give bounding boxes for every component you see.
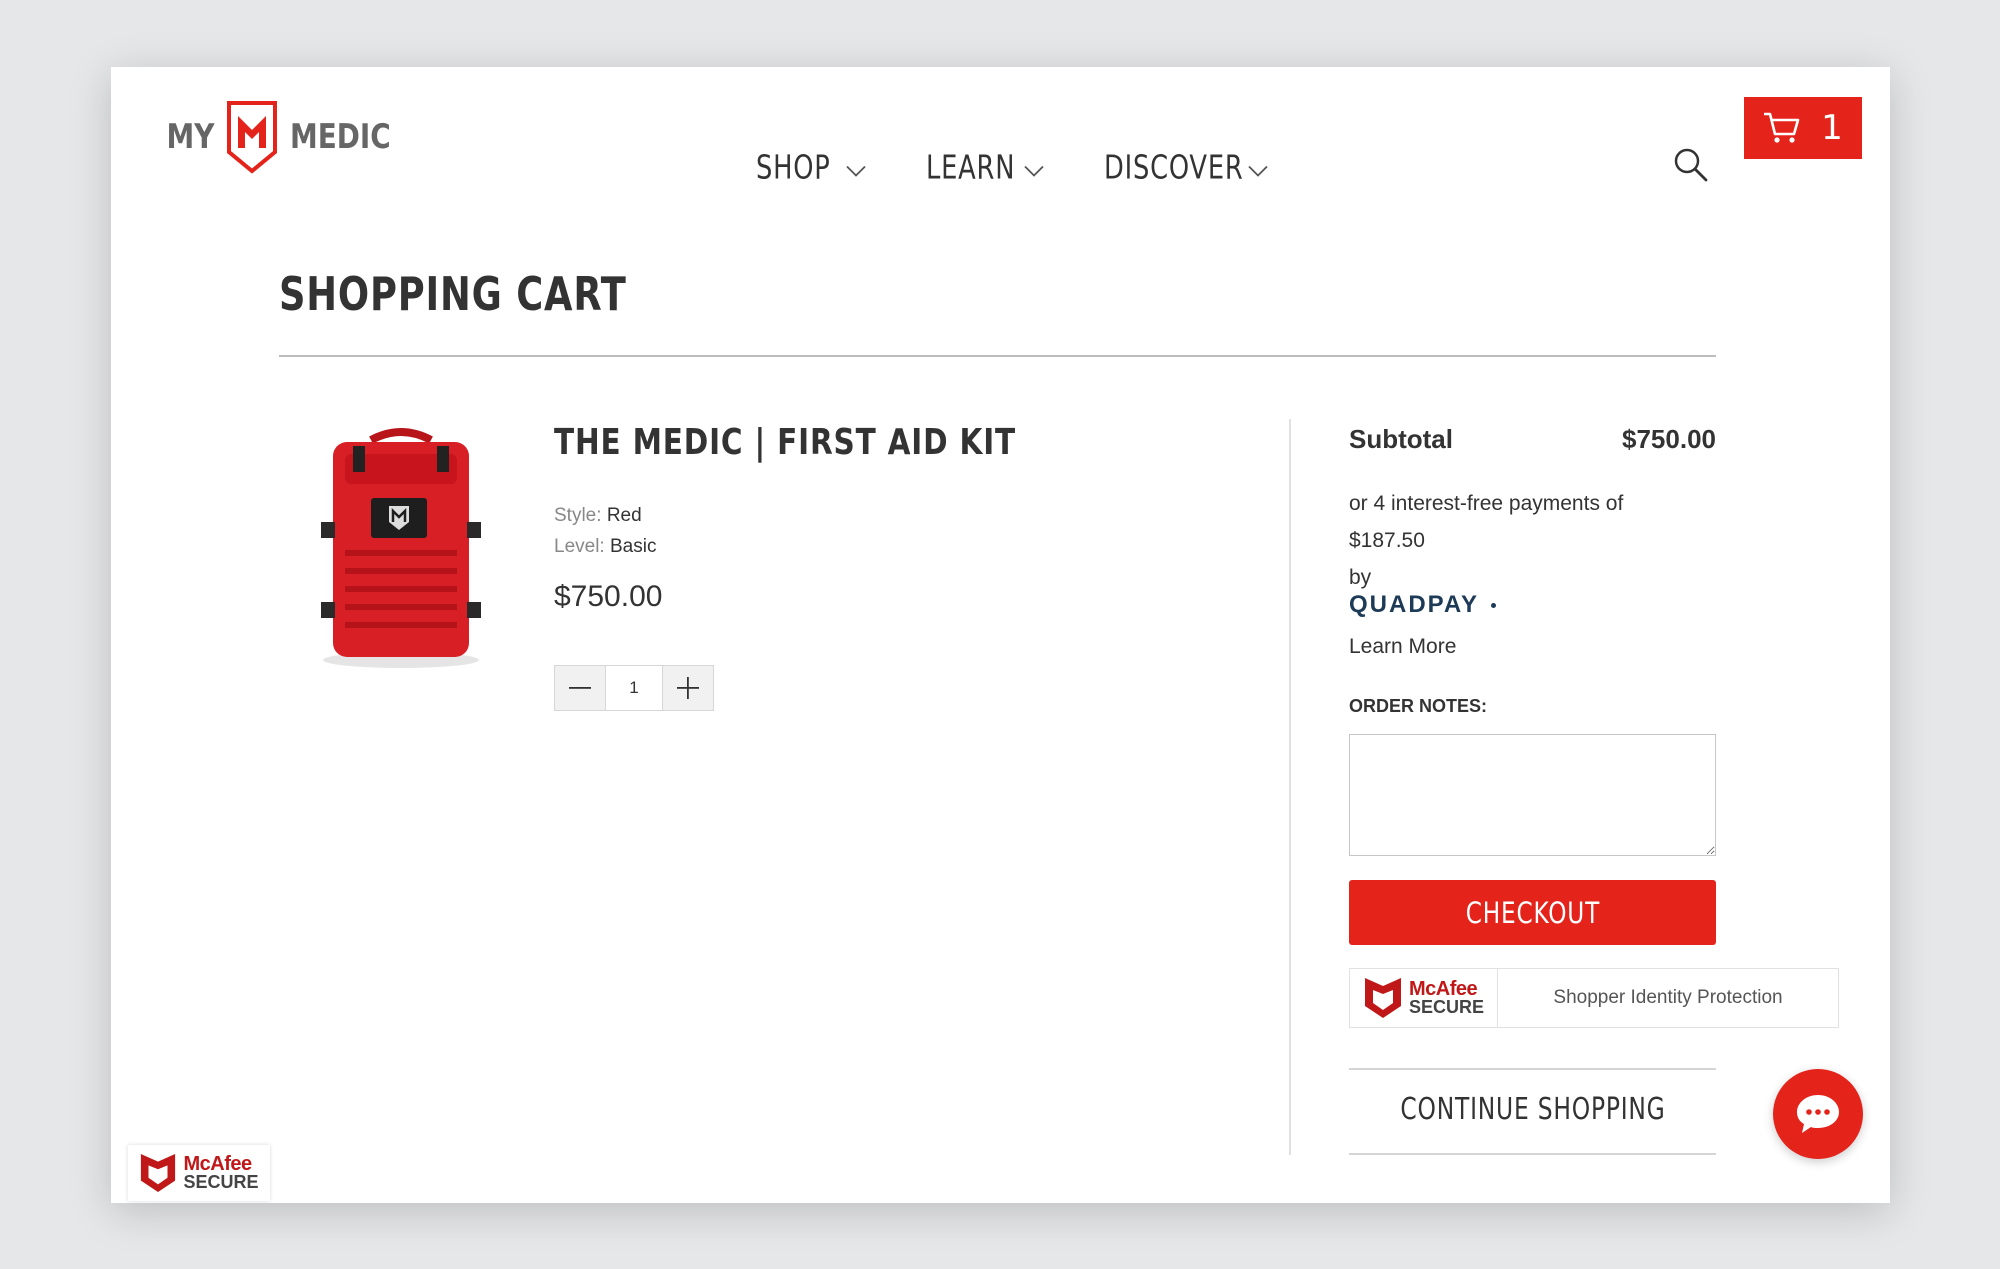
product-options: Style: Red Level: Basic: [554, 500, 656, 562]
decrease-quantity-button[interactable]: [555, 666, 605, 710]
quadpay-wordmark: QUADPAY: [1349, 591, 1480, 618]
main-nav: SHOP LEARN DISCOVER: [756, 148, 1268, 187]
checkout-label: CHECKOUT: [1465, 895, 1600, 930]
cart-count: 1: [1821, 108, 1843, 148]
quantity-input[interactable]: [605, 666, 663, 710]
nav-discover[interactable]: DISCOVER: [1104, 148, 1268, 187]
mcafee-shield-icon: [1364, 978, 1401, 1018]
order-notes-textarea[interactable]: [1349, 734, 1716, 856]
mcafee-name: McAfee: [1408, 978, 1478, 1000]
mcafee-secure-banner[interactable]: McAfee SECURE Shopper Identity Protectio…: [1349, 968, 1839, 1028]
mcafee-secure-badge[interactable]: McAfee SECURE: [128, 1145, 270, 1201]
plus-icon: [677, 677, 699, 699]
product-level: Level: Basic: [554, 531, 656, 562]
logo-word-my: MY: [166, 117, 215, 157]
minus-icon: [569, 687, 591, 689]
installments-info: or 4 interest-free payments of $187.50 b…: [1349, 485, 1679, 596]
order-notes-label: ORDER NOTES:: [1349, 696, 1488, 716]
style-label: Style:: [554, 505, 602, 526]
continue-shopping-button[interactable]: CONTINUE SHOPPING: [1349, 1069, 1716, 1149]
nav-shop-label: SHOP: [756, 147, 831, 187]
search-icon: [1674, 148, 1708, 182]
quadpay-dot-icon: [1491, 602, 1497, 608]
style-value: Red: [606, 505, 642, 526]
shopper-protection-text: Shopper Identity Protection: [1553, 987, 1783, 1008]
installments-text: or 4 interest-free payments of: [1349, 492, 1624, 515]
continue-shopping-label: CONTINUE SHOPPING: [1399, 1091, 1666, 1127]
badge-mcafee-name: McAfee: [183, 1153, 252, 1175]
chevron-down-icon: [846, 165, 866, 177]
checkout-button[interactable]: CHECKOUT: [1349, 880, 1716, 945]
product-price: $750.00: [554, 580, 663, 613]
subtotal-row: Subtotal $750.00: [1349, 424, 1716, 455]
mcafee-secure-logo: McAfee SECURE: [1350, 969, 1498, 1027]
chevron-down-icon: [1024, 165, 1044, 177]
nav-shop[interactable]: SHOP: [756, 148, 866, 187]
increase-quantity-button[interactable]: [663, 666, 713, 710]
site-logo[interactable]: MY MEDIC: [156, 97, 413, 177]
shopping-cart-icon: [1764, 112, 1800, 143]
chat-button[interactable]: [1773, 1069, 1863, 1159]
page-title: SHOPPING CART: [279, 267, 627, 321]
installments-amount: $187.50: [1349, 529, 1425, 552]
title-divider: [279, 355, 1716, 357]
subtotal-value: $750.00: [1622, 424, 1716, 454]
search-button[interactable]: [1671, 145, 1711, 185]
subtotal-label: Subtotal: [1349, 424, 1453, 454]
column-divider: [1289, 419, 1291, 1155]
badge-secure-text: SECURE: [183, 1172, 259, 1192]
product-name[interactable]: THE MEDIC | FIRST AID KIT: [554, 422, 1016, 463]
shield-logo-icon: [227, 101, 278, 174]
learn-more-link[interactable]: Learn More: [1349, 635, 1456, 659]
level-value: Basic: [609, 536, 657, 557]
mcafee-secure-text: SECURE: [1408, 997, 1484, 1017]
level-label: Level:: [554, 536, 605, 557]
chevron-down-icon: [1248, 165, 1268, 177]
nav-learn[interactable]: LEARN: [926, 148, 1044, 187]
mcafee-shield-icon: [141, 1154, 176, 1192]
quadpay-logo[interactable]: QUADPAY: [1349, 591, 1497, 619]
cart-button[interactable]: 1: [1744, 97, 1862, 159]
logo-word-medic: MEDIC: [290, 117, 392, 157]
product-style: Style: Red: [554, 500, 656, 531]
nav-learn-label: LEARN: [926, 147, 1016, 187]
nav-discover-label: DISCOVER: [1104, 147, 1244, 187]
quantity-stepper: [554, 665, 714, 711]
product-image[interactable]: [301, 422, 501, 672]
continue-bottom-rule: [1349, 1153, 1716, 1155]
chat-bubble-icon: [1797, 1095, 1839, 1133]
browser-page: MY MEDIC SHOP LEARN DISCOVER 1 SHOPPING …: [111, 67, 1890, 1203]
